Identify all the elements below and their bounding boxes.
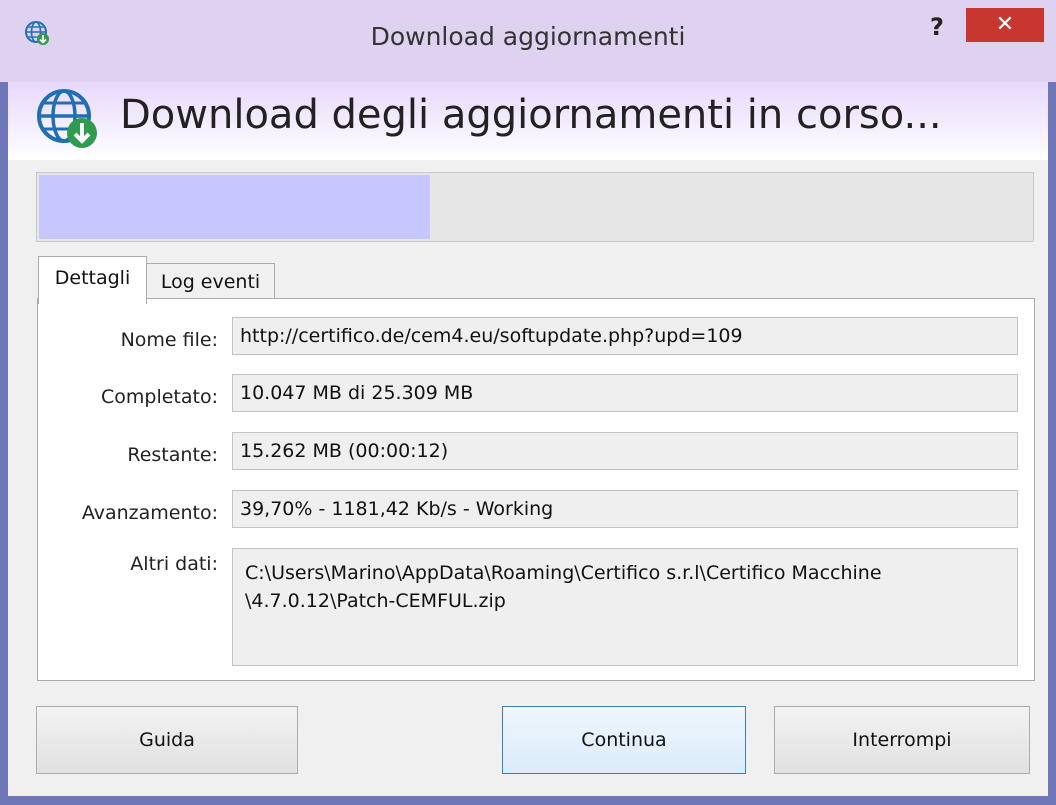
details-tab-panel: Nome file: http://certifico.de/cem4.eu/s… [37, 298, 1035, 681]
nome-file-field[interactable]: http://certifico.de/cem4.eu/softupdate.p… [232, 317, 1018, 355]
avanzamento-field[interactable]: 39,70% - 1181,42 Kb/s - Working [232, 490, 1018, 528]
nome-file-label: Nome file: [120, 329, 218, 351]
close-button[interactable]: ✕ [966, 8, 1044, 42]
help-button[interactable]: ? [924, 12, 950, 42]
restante-label: Restante: [127, 444, 218, 466]
restante-field[interactable]: 15.262 MB (00:00:12) [232, 432, 1018, 470]
altri-dati-label: Altri dati: [130, 553, 218, 575]
progress-fill [39, 175, 431, 239]
interrompi-button[interactable]: Interrompi [774, 706, 1030, 774]
altri-dati-field[interactable]: C:\Users\Marino\AppData\Roaming\Certific… [232, 548, 1018, 666]
completato-field[interactable]: 10.047 MB di 25.309 MB [232, 374, 1018, 412]
continua-button[interactable]: Continua [502, 706, 746, 774]
dialog-window: Download aggiornamenti ? ✕ Download degl… [0, 0, 1056, 805]
completato-label: Completato: [101, 386, 218, 408]
altri-dati-line: C:\Users\Marino\AppData\Roaming\Certific… [245, 562, 882, 584]
dialog-client-area: Download degli aggiornamenti in corso...… [8, 82, 1048, 796]
guida-button[interactable]: Guida [36, 706, 298, 774]
globe-download-icon [37, 89, 97, 148]
avanzamento-label: Avanzamento: [81, 502, 218, 524]
window-title: Download aggiornamenti [370, 22, 686, 51]
title-bar[interactable]: Download aggiornamenti ? ✕ [0, 0, 1056, 82]
header-band: Download degli aggiornamenti in corso... [8, 82, 1048, 160]
page-heading: Download degli aggiornamenti in corso... [120, 92, 942, 138]
download-progress-bar [36, 172, 1034, 242]
tab-dettagli[interactable]: Dettagli [38, 256, 147, 304]
altri-dati-line: \4.7.0.12\Patch-CEMFUL.zip [245, 590, 506, 612]
tab-log-eventi[interactable]: Log eventi [146, 263, 275, 299]
